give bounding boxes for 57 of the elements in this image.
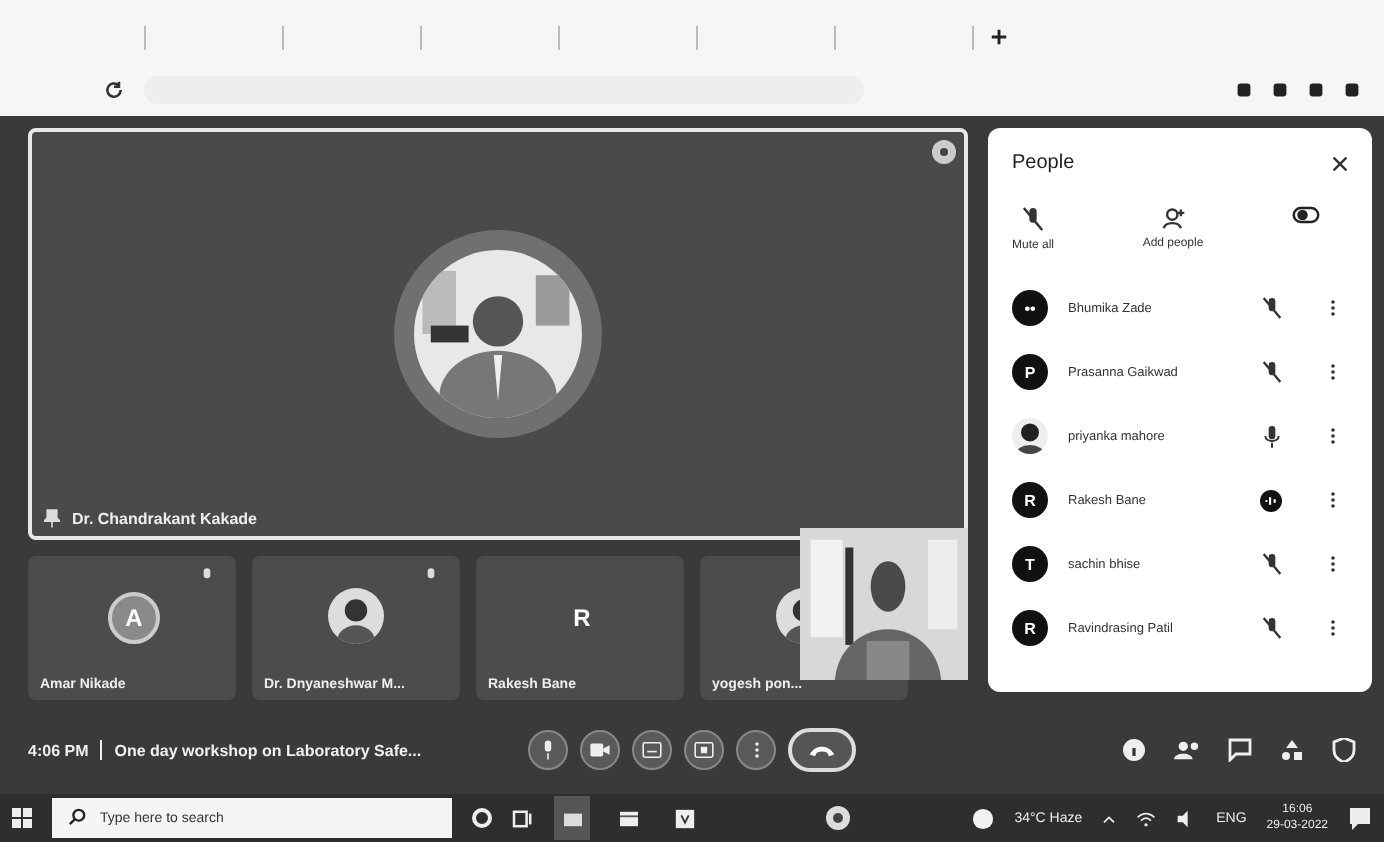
- avatar: ••: [1012, 290, 1048, 326]
- taskbar-app-icon[interactable]: [554, 796, 590, 840]
- avatar: P: [1012, 354, 1048, 390]
- avatar: R: [1012, 610, 1048, 646]
- more-icon[interactable]: [1330, 298, 1336, 318]
- more-icon[interactable]: [1330, 618, 1336, 638]
- activities-icon[interactable]: [1280, 738, 1304, 762]
- avatar: R: [1012, 482, 1048, 518]
- weather-icon: [972, 807, 995, 829]
- extension-icon[interactable]: [1344, 82, 1360, 98]
- search-icon: [68, 808, 86, 826]
- microphone-muted-icon: [1022, 206, 1044, 232]
- more-icon[interactable]: [1330, 426, 1336, 446]
- present-icon: [694, 742, 714, 758]
- shield-icon[interactable]: [1332, 738, 1356, 762]
- extension-icon[interactable]: [1272, 82, 1288, 98]
- task-view-icon[interactable]: [512, 809, 534, 827]
- leave-call-button[interactable]: [788, 728, 856, 772]
- panel-title: People: [1012, 152, 1075, 174]
- more-icon[interactable]: [1330, 362, 1336, 382]
- microphone-icon: [540, 740, 556, 760]
- extension-icon[interactable]: [1308, 82, 1324, 98]
- avatar: R: [571, 602, 593, 636]
- chat-icon[interactable]: [1228, 738, 1252, 762]
- cortana-icon[interactable]: [472, 808, 492, 828]
- captions-button[interactable]: [632, 730, 672, 770]
- present-button[interactable]: [684, 730, 724, 770]
- avatar: T: [1012, 546, 1048, 582]
- reload-icon[interactable]: [104, 80, 124, 100]
- microphone-icon: [426, 568, 436, 582]
- microphone-icon: [202, 568, 212, 582]
- microphone-button[interactable]: [528, 730, 568, 770]
- camera-button[interactable]: [580, 730, 620, 770]
- people-icon[interactable]: [1174, 738, 1200, 762]
- more-icon: [753, 740, 759, 760]
- notification-icon[interactable]: [1348, 806, 1372, 830]
- info-icon[interactable]: [1122, 738, 1146, 762]
- camera-icon: [590, 742, 610, 758]
- meeting-title: One day workshop on Laboratory Safe...: [114, 741, 422, 759]
- phone-icon: [808, 743, 836, 757]
- caret-icon[interactable]: [1102, 813, 1117, 823]
- participant-name: Dr. Chandrakant Kakade: [72, 509, 257, 527]
- extension-icon[interactable]: [1236, 82, 1252, 98]
- wifi-icon[interactable]: [1136, 809, 1157, 827]
- meeting-time: 4:06 PM: [28, 741, 89, 759]
- more-icon[interactable]: [1330, 490, 1336, 510]
- pin-icon: [44, 508, 60, 528]
- windows-start-icon[interactable]: [12, 808, 32, 828]
- more-icon[interactable]: [1330, 554, 1336, 574]
- add-person-icon: [1161, 206, 1185, 230]
- more-icon[interactable]: [932, 140, 956, 164]
- close-icon[interactable]: [1332, 155, 1348, 171]
- more-options-button[interactable]: [736, 730, 776, 770]
- toggle-icon[interactable]: [1291, 206, 1320, 224]
- captions-icon: [642, 742, 662, 758]
- avatar: A: [108, 592, 160, 644]
- browser-icon[interactable]: [825, 806, 850, 830]
